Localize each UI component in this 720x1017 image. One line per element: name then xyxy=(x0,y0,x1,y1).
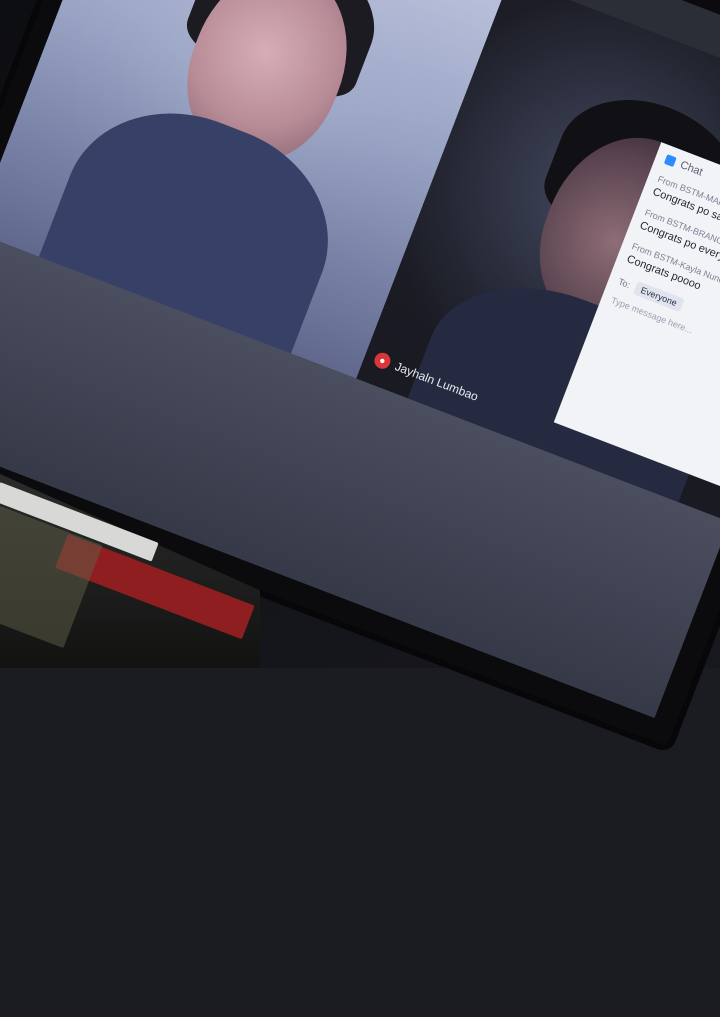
chat-to-label: To: xyxy=(616,276,632,291)
chat-icon xyxy=(663,154,677,168)
chat-title: Chat xyxy=(678,158,705,179)
desk-items xyxy=(0,482,255,649)
muted-mic-icon: ● xyxy=(372,350,393,372)
